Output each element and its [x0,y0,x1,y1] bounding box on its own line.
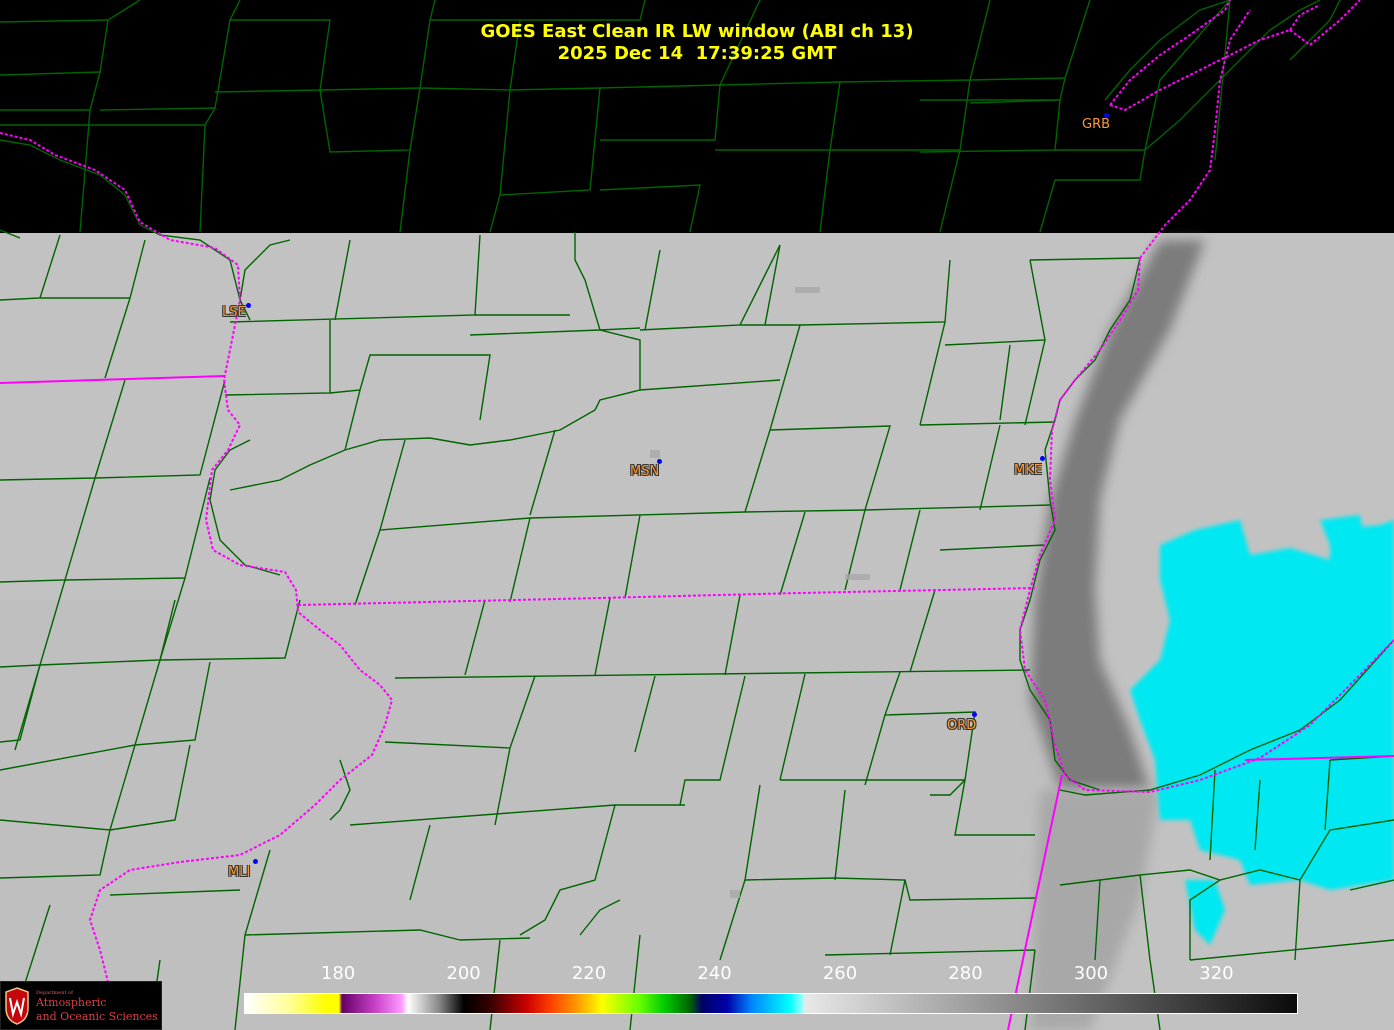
station-dot-lse [246,303,251,308]
colorbar-tick: 180 [320,963,356,984]
station-dot-mli [253,859,258,864]
colorbar-tick: 280 [948,963,983,984]
colorbar-tick: 300 [1073,963,1109,984]
colorbar-tick: 200 [446,963,481,984]
uw-crest-icon [5,987,29,1025]
station-dot-ord [972,712,977,717]
colorbar-tick: 220 [571,963,607,984]
station-label-msn: MSN [630,464,660,479]
station-label-ord: ORD [947,718,977,733]
station-label-mli: MLI [228,865,251,880]
station-label-mke: MKE [1014,463,1042,478]
colorbar-tick: 240 [697,963,732,984]
colorbar-tick: 260 [822,963,858,984]
satellite-image-viewer: GOES East Clean IR LW window (ABI ch 13)… [0,0,1394,1030]
colorbar-tick: 320 [1199,963,1234,984]
station-label-lse: LSE [222,305,246,320]
logo-atmospheric: Atmospheric [36,996,107,1009]
temperature-colorbar [244,993,1298,1014]
ir-satellite-map [0,0,1394,1030]
station-label-grb: GRB [1082,117,1111,132]
station-dot-mke [1040,456,1045,461]
logo-oceanic-sciences: and Oceanic Sciences [36,1010,158,1023]
aos-logo: Department of Atmospheric and Oceanic Sc… [0,981,162,1030]
image-timestamp: 2025 Dec 14 17:39:25 GMT [557,43,837,64]
image-title: GOES East Clean IR LW window (ABI ch 13) [480,21,914,42]
